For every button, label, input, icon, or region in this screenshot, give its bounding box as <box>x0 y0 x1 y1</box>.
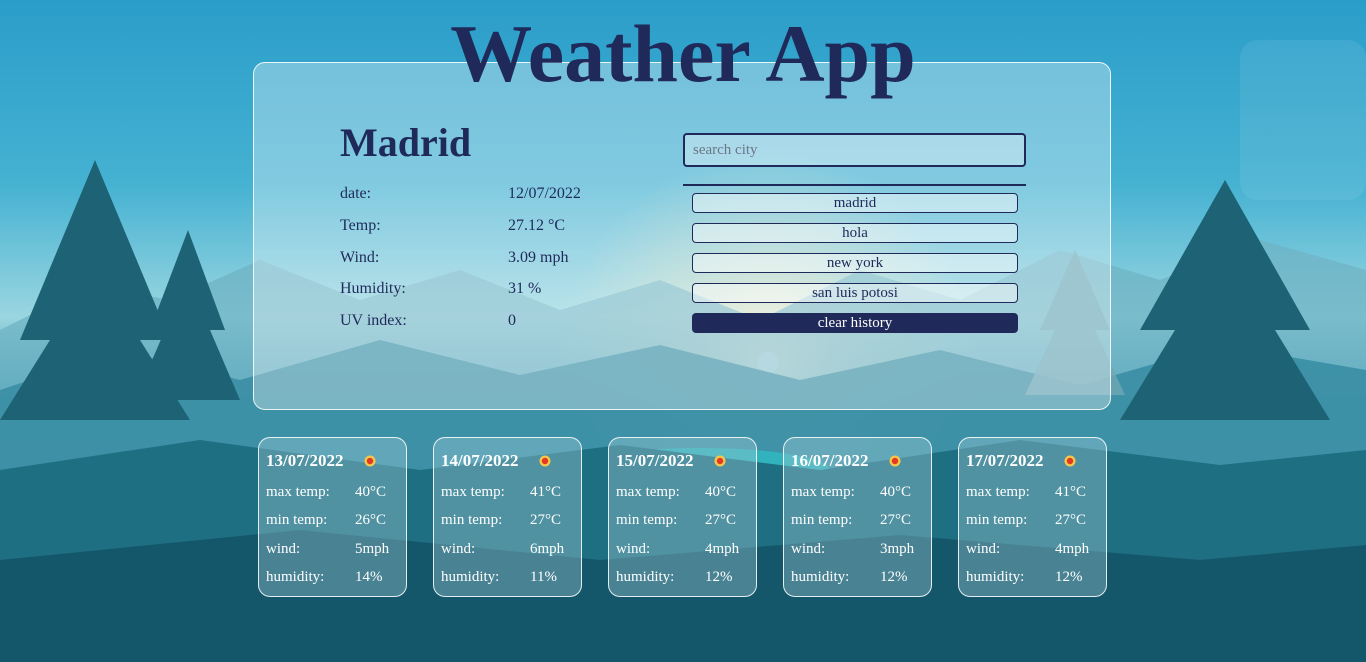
humidity-value: 11% <box>530 569 557 585</box>
forecast-date: 14/07/2022 <box>441 451 519 470</box>
forecast-card: 15/07/2022 max temp: 40°C min temp: 27°C w… <box>608 437 757 597</box>
min-temp-value: 27°C <box>705 512 737 528</box>
wind-value: 3mph <box>880 541 915 557</box>
humidity-label: humidity: <box>966 569 1025 585</box>
wind-value: 6mph <box>530 541 565 557</box>
wind-value: 4mph <box>1055 541 1090 557</box>
sun-icon <box>539 455 551 467</box>
search-input[interactable] <box>683 133 1026 167</box>
max-temp-label: max temp: <box>266 484 330 500</box>
stat-label: UV index: <box>340 312 407 329</box>
max-temp-label: max temp: <box>441 484 505 500</box>
humidity-value: 12% <box>880 569 908 585</box>
forecast-date: 13/07/2022 <box>266 451 344 470</box>
forecast-date: 16/07/2022 <box>791 451 869 470</box>
current-weather-panel: Madrid date: 12/07/2022 Temp: 27.12 °C W… <box>253 62 1111 410</box>
min-temp-label: min temp: <box>441 512 503 528</box>
min-temp-label: min temp: <box>791 512 853 528</box>
max-temp-value: 40°C <box>705 484 737 500</box>
humidity-value: 14% <box>355 569 383 585</box>
forecast-card: 13/07/2022 max temp: 40°C min temp: 26°C w… <box>258 437 407 597</box>
history-button-new-york[interactable]: new york <box>692 253 1018 273</box>
humidity-label: humidity: <box>616 569 675 585</box>
stat-value: 0 <box>508 312 516 329</box>
max-temp-label: max temp: <box>616 484 680 500</box>
min-temp-value: 27°C <box>880 512 912 528</box>
humidity-label: humidity: <box>266 569 325 585</box>
clear-history-button[interactable]: clear history <box>692 313 1018 333</box>
min-temp-label: min temp: <box>966 512 1028 528</box>
history-button-san-luis-potosi[interactable]: san luis potosi <box>692 283 1018 303</box>
stat-value: 27.12 °C <box>508 217 566 234</box>
stat-label: date: <box>340 185 372 202</box>
forecast-date: 15/07/2022 <box>616 451 694 470</box>
history-button-madrid[interactable]: madrid <box>692 193 1018 213</box>
min-temp-label: min temp: <box>266 512 328 528</box>
min-temp-value: 26°C <box>355 512 387 528</box>
wind-label: wind: <box>441 541 476 557</box>
min-temp-label: min temp: <box>616 512 678 528</box>
humidity-value: 12% <box>705 569 733 585</box>
sun-icon <box>364 455 376 467</box>
min-temp-value: 27°C <box>1055 512 1087 528</box>
history-button-hola[interactable]: hola <box>692 223 1018 243</box>
stat-label: Wind: <box>340 249 380 266</box>
stat-value: 3.09 mph <box>508 249 569 266</box>
sun-icon <box>889 455 901 467</box>
wind-label: wind: <box>966 541 1001 557</box>
forecast-date: 17/07/2022 <box>966 451 1044 470</box>
max-temp-label: max temp: <box>791 484 855 500</box>
stat-label: Humidity: <box>340 280 406 297</box>
search-divider <box>683 184 1026 186</box>
max-temp-value: 40°C <box>355 484 387 500</box>
sun-icon <box>1064 455 1076 467</box>
stat-value: 12/07/2022 <box>508 185 581 202</box>
city-name: Madrid <box>340 120 472 165</box>
max-temp-value: 41°C <box>530 484 562 500</box>
stat-value: 31 % <box>508 280 542 297</box>
wind-value: 4mph <box>705 541 740 557</box>
humidity-label: humidity: <box>791 569 850 585</box>
max-temp-label: max temp: <box>966 484 1030 500</box>
max-temp-value: 40°C <box>880 484 912 500</box>
wind-value: 5mph <box>355 541 390 557</box>
wind-label: wind: <box>791 541 826 557</box>
min-temp-value: 27°C <box>530 512 562 528</box>
humidity-value: 12% <box>1055 569 1083 585</box>
humidity-label: humidity: <box>441 569 500 585</box>
app-title: Weather App <box>450 8 916 99</box>
forecast-card: 17/07/2022 max temp: 41°C min temp: 27°C w… <box>958 437 1107 597</box>
sun-icon <box>714 455 726 467</box>
wind-label: wind: <box>616 541 651 557</box>
stat-label: Temp: <box>340 217 381 234</box>
forecast-card: 14/07/2022 max temp: 41°C min temp: 27°C w… <box>433 437 582 597</box>
max-temp-value: 41°C <box>1055 484 1087 500</box>
forecast-card: 16/07/2022 max temp: 40°C min temp: 27°C w… <box>783 437 932 597</box>
wind-label: wind: <box>266 541 301 557</box>
